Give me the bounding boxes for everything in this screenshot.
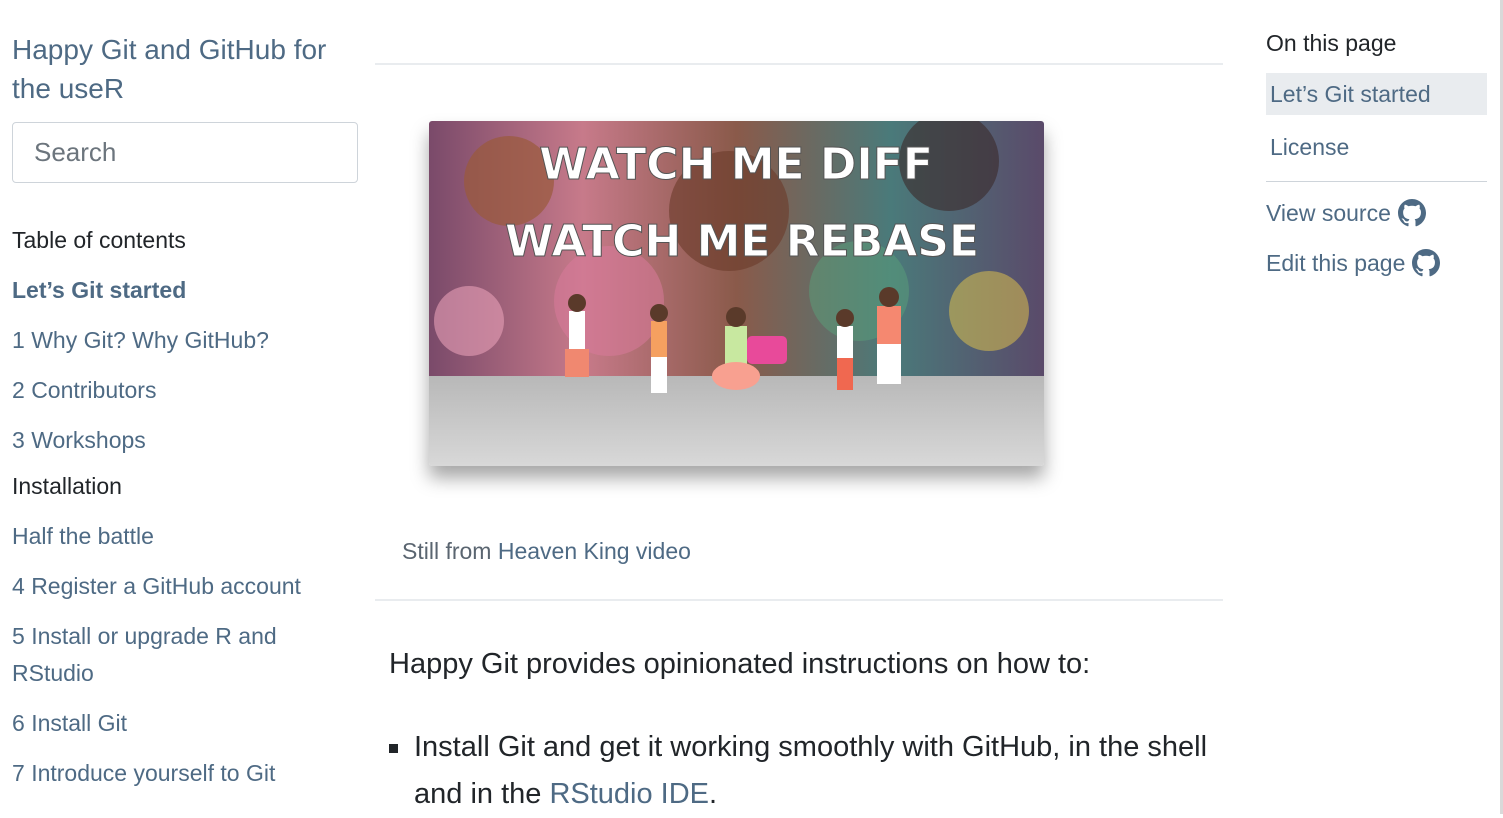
divider-top [375, 63, 1223, 65]
toc-item-label: Contributors [31, 377, 157, 403]
view-source-link[interactable]: View source [1266, 196, 1487, 230]
toc-item-install-r[interactable]: 5 Install or upgrade R and RStudio [12, 618, 358, 692]
toc-list-installation: Half the battle 4 Register a GitHub acco… [12, 518, 358, 792]
on-this-page-title: On this page [1266, 30, 1397, 56]
toc-item-install-git[interactable]: 6 Install Git [12, 705, 358, 742]
book-title-text: Happy Git and GitHub for the useR [12, 34, 327, 104]
edit-page-label: Edit this page [1266, 249, 1406, 276]
rstudio-ide-link[interactable]: RStudio IDE [549, 778, 709, 810]
onpage-item-license[interactable]: License [1266, 126, 1487, 168]
github-icon [1412, 249, 1441, 277]
list-item: Install Git and get it working smoothly … [389, 724, 1209, 818]
caption-prefix: Still from [402, 538, 498, 564]
overlay-line-2: WATCH ME REBASE [505, 216, 979, 267]
toc-item-number: 6 [12, 710, 25, 736]
toc-item-number: 4 [12, 573, 25, 599]
bullet-text: Install Git and get it working smoothly … [414, 731, 1208, 810]
caption-link[interactable]: Heaven King video [498, 538, 691, 564]
view-source-label: View source [1266, 199, 1391, 226]
hero-image: WATCH ME DIFF WATCH ME REBASE [429, 121, 1044, 466]
toc-item-half-the-battle[interactable]: Half the battle [12, 518, 358, 555]
bullet-end: . [709, 778, 718, 810]
toc-item-label: Register a GitHub account [31, 573, 301, 599]
toc-item-label: Let’s Git started [12, 277, 187, 303]
toc-item-label: Install or upgrade R and RStudio [12, 623, 277, 686]
intro-text: Happy Git provides opinionated instructi… [389, 648, 1091, 680]
edit-page-link[interactable]: Edit this page [1266, 246, 1487, 280]
overlay-line-1: WATCH ME DIFF [539, 139, 933, 190]
hero-image-svg: WATCH ME DIFF WATCH ME REBASE [429, 121, 1044, 466]
search-placeholder: Search [34, 137, 117, 167]
toc-item-lets-git-started[interactable]: Let’s Git started [12, 272, 358, 309]
toc-item-label: Why Git? Why GitHub? [31, 327, 269, 353]
toc-item-contributors[interactable]: 2 Contributors [12, 372, 358, 409]
bullet-list: Install Git and get it working smoothly … [389, 724, 1209, 818]
divider-mid [375, 599, 1223, 601]
toc-item-label: Half the battle [12, 523, 154, 549]
figure-caption: Still from Heaven King video [402, 538, 691, 565]
toc-heading: Table of contents [12, 227, 186, 253]
book-title[interactable]: Happy Git and GitHub for the useR [12, 30, 358, 108]
toc-item-number: 3 [12, 427, 25, 453]
toc-item-workshops[interactable]: 3 Workshops [12, 422, 358, 459]
onpage-divider [1266, 181, 1487, 182]
toc-item-register-github[interactable]: 4 Register a GitHub account [12, 568, 358, 605]
on-this-page: On this page Let’s Git started License V… [1266, 30, 1487, 296]
toc-item-label: Install Git [31, 710, 128, 736]
toc-item-why-git[interactable]: 1 Why Git? Why GitHub? [12, 322, 358, 359]
toc-section-installation: Installation [12, 473, 122, 499]
toc-item-number: 7 [12, 760, 25, 786]
toc-item-introduce-yourself[interactable]: 7 Introduce yourself to Git [12, 755, 358, 792]
toc-item-label: Workshops [31, 427, 146, 453]
toc-item-number: 5 [12, 623, 25, 649]
sidebar: Happy Git and GitHub for the useR Search… [12, 30, 358, 805]
toc-item-number: 1 [12, 327, 25, 353]
toc-item-number: 2 [12, 377, 25, 403]
onpage-item-lets-git-started[interactable]: Let’s Git started [1266, 73, 1487, 115]
search-input[interactable]: Search [12, 122, 358, 183]
toc-list: Let’s Git started 1 Why Git? Why GitHub?… [12, 272, 358, 459]
toc-item-label: Introduce yourself to Git [31, 760, 276, 786]
github-icon [1397, 199, 1426, 227]
